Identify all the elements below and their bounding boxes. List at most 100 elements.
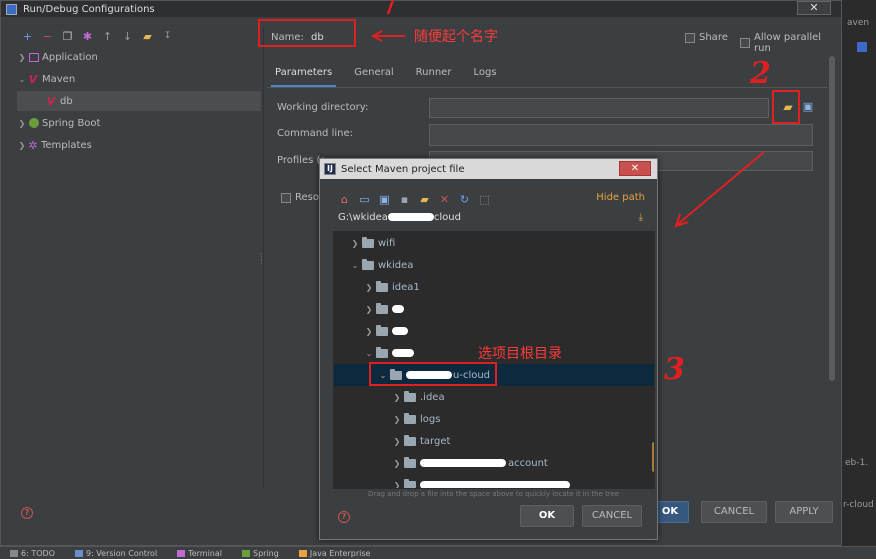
resolve-workspace-checkbox[interactable]: Reso [281, 192, 319, 203]
apply-button[interactable]: APPLY [775, 501, 833, 523]
status-terminal[interactable]: Terminal [177, 549, 222, 558]
tab-logs[interactable]: Logs [469, 63, 500, 87]
divider-grip-icon[interactable]: · · · · [260, 251, 263, 268]
tree-row-project-root[interactable]: ⌄ u-cloud [334, 364, 654, 386]
new-folder-icon[interactable]: ▰ [418, 193, 431, 206]
checkbox-box[interactable] [685, 32, 695, 43]
tree-item-templates[interactable]: ❯ ✲ Templates [17, 135, 261, 155]
settings-icon[interactable]: ✱ [81, 30, 94, 43]
chevron-down-icon[interactable]: ⌄ [364, 349, 374, 358]
show-hidden-icon[interactable]: ⬚ [478, 193, 491, 206]
tree-row-account[interactable]: ❯ account [334, 452, 644, 474]
maven-icon: V [46, 94, 56, 108]
tree-item-maven[interactable]: ⌄ V Maven [17, 69, 261, 89]
tree-scrollbar[interactable] [652, 442, 654, 472]
status-version-control[interactable]: 9: Version Control [74, 549, 157, 558]
module-folder-icon[interactable]: ▪ [398, 193, 411, 206]
chevron-right-icon[interactable]: ❯ [392, 481, 402, 489]
project-folder-icon[interactable]: ▣ [378, 193, 391, 206]
status-spring[interactable]: Spring [242, 549, 279, 558]
refresh-icon[interactable]: ↻ [458, 193, 471, 206]
scrollbar[interactable] [829, 56, 835, 381]
cancel-button[interactable]: CANCEL [701, 501, 767, 523]
name-field[interactable]: db [311, 32, 324, 43]
folder-icon[interactable]: ▰ [141, 30, 154, 43]
ide-right-edge: aven eb-1. r-cloud [840, 0, 876, 546]
chevron-right-icon[interactable]: ❯ [364, 283, 374, 292]
help-icon[interactable]: ? [338, 511, 350, 523]
tree-row-redacted[interactable]: ❯ [334, 298, 644, 320]
chevron-right-icon[interactable]: ❯ [392, 393, 402, 402]
checkbox-box[interactable] [740, 38, 750, 48]
cancel-button[interactable]: CANCEL [582, 505, 642, 527]
folder-icon [362, 258, 374, 270]
arrow-down-icon[interactable]: ↓ [121, 30, 134, 43]
tree-item-db[interactable]: V db [17, 91, 261, 111]
tree-row-target[interactable]: ❯ target [334, 430, 644, 452]
folder-icon [376, 302, 388, 314]
delete-icon[interactable]: ✕ [438, 193, 451, 206]
insert-macro-icon[interactable]: ▣ [799, 97, 817, 119]
working-directory-field[interactable] [429, 98, 769, 118]
chevron-right-icon[interactable]: ❯ [392, 415, 402, 424]
chevron-down-icon[interactable]: ⌄ [350, 261, 360, 270]
tree-row-logs[interactable]: ❯ logs [334, 408, 644, 430]
tab-parameters[interactable]: Parameters [271, 63, 337, 87]
download-icon[interactable]: ⤓ [639, 212, 643, 223]
status-java-enterprise[interactable]: Java Enterprise [298, 549, 370, 558]
tree-item-spring-boot[interactable]: ❯ Spring Boot [17, 113, 261, 133]
pane-divider[interactable] [263, 27, 267, 489]
chevron-right-icon[interactable]: ❯ [17, 141, 27, 150]
folder-icon [404, 390, 416, 402]
chevron-right-icon[interactable]: ❯ [364, 305, 374, 314]
plus-icon[interactable]: + [21, 30, 34, 43]
tab-runner[interactable]: Runner [412, 63, 456, 87]
name-label: Name: [271, 32, 304, 43]
browse-folder-icon[interactable]: ▰ [777, 97, 799, 119]
chevron-down-icon[interactable]: ⌄ [378, 371, 388, 380]
dialog-close-button[interactable]: ✕ [619, 161, 651, 176]
chevron-right-icon[interactable]: ❯ [392, 437, 402, 446]
chevron-right-icon[interactable]: ❯ [17, 53, 27, 62]
arrow-up-icon[interactable]: ↑ [101, 30, 114, 43]
redaction-scribble [420, 481, 570, 488]
window-titlebar[interactable]: Run/Debug Configurations ✕ [1, 1, 841, 17]
sort-icon[interactable]: ↧ [161, 30, 174, 43]
dialog-title: Select Maven project file [341, 163, 465, 175]
folder-icon [404, 434, 416, 446]
status-todo[interactable]: 6: TODO [10, 549, 55, 558]
allow-parallel-run-checkbox[interactable]: Allow parallel run [740, 32, 841, 54]
tree-row-idea-dir[interactable]: ❯ .idea [334, 386, 644, 408]
tree-row-redacted[interactable]: ⌄ [334, 342, 644, 364]
ide-fragment: r-cloud [843, 500, 874, 510]
window-close-button[interactable]: ✕ [797, 1, 831, 15]
chevron-down-icon[interactable]: ⌄ [17, 75, 27, 84]
ok-button[interactable]: OK [520, 505, 574, 527]
tree-row-wifi[interactable]: ❯ wifi [334, 232, 644, 254]
tree-row-wkidea[interactable]: ⌄ wkidea [334, 254, 644, 276]
tab-general[interactable]: General [350, 63, 397, 87]
dialog-titlebar[interactable]: IJ Select Maven project file ✕ [320, 159, 657, 179]
folder-icon [390, 368, 402, 380]
help-icon[interactable]: ? [21, 507, 33, 519]
ide-toolbar-icon[interactable] [857, 42, 867, 52]
path-input[interactable]: G:\wkidea cloud [338, 212, 650, 228]
home-icon[interactable]: ⌂ [338, 193, 351, 206]
tree-row-idea1[interactable]: ❯ idea1 [334, 276, 644, 298]
share-checkbox[interactable]: Share [685, 32, 728, 43]
command-line-field[interactable] [429, 124, 813, 146]
hide-path-link[interactable]: Hide path [596, 192, 645, 203]
copy-icon[interactable]: ❐ [61, 30, 74, 43]
tree-row-redacted[interactable]: ❯ [334, 474, 644, 489]
tree-row-redacted[interactable]: ❯ [334, 320, 644, 342]
chevron-right-icon[interactable]: ❯ [364, 327, 374, 336]
chevron-right-icon[interactable]: ❯ [17, 119, 27, 128]
desktop-icon[interactable]: ▭ [358, 193, 371, 206]
chevron-right-icon[interactable]: ❯ [350, 239, 360, 248]
redaction-scribble [387, 213, 434, 221]
tree-item-application[interactable]: ❯ Application [17, 47, 261, 67]
chevron-right-icon[interactable]: ❯ [392, 459, 402, 468]
checkbox-box[interactable] [281, 192, 291, 203]
templates-gear-icon: ✲ [28, 138, 38, 152]
minus-icon[interactable]: − [41, 30, 54, 43]
